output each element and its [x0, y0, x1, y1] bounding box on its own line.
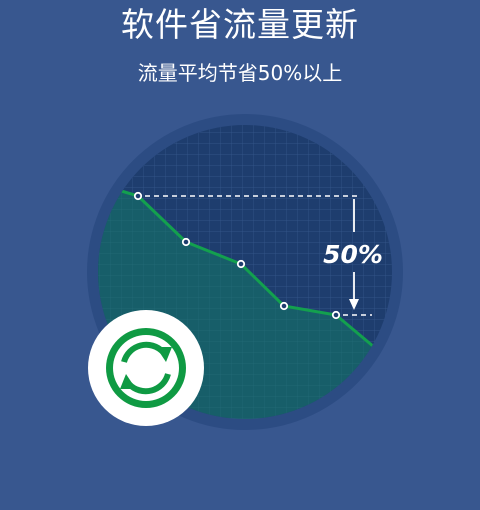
trend-point: [279, 301, 289, 311]
trend-point: [331, 310, 341, 320]
trend-point: [236, 259, 246, 269]
trend-point: [181, 237, 191, 247]
data-savings-illustration: [87, 114, 403, 430]
trend-point: [133, 191, 143, 201]
promo-screen: 软件省流量更新 流量平均节省50%以上 50%: [0, 0, 480, 510]
savings-percent-label: 50%: [323, 240, 383, 269]
sync-icon: [106, 328, 186, 408]
